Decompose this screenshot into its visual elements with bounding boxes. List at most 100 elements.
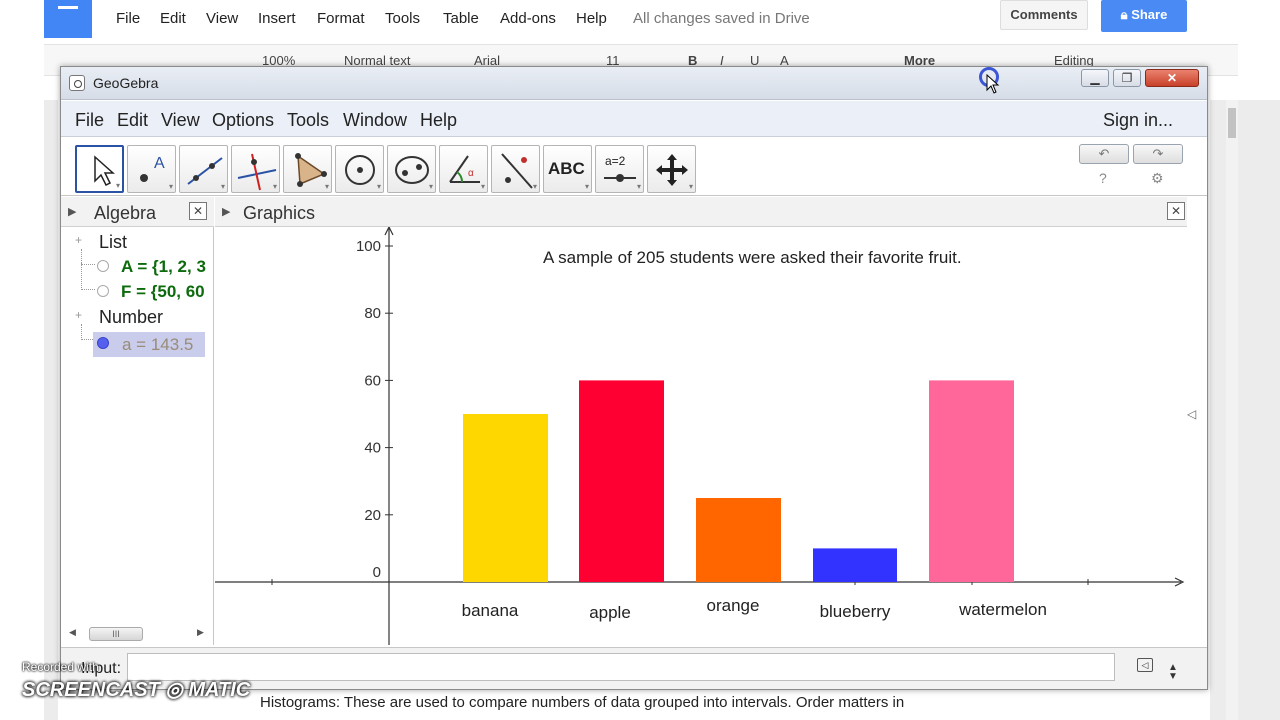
move-view-tool[interactable]: ▾ xyxy=(647,145,696,193)
perpendicular-tool[interactable]: ▾ xyxy=(231,145,280,193)
menu-view[interactable]: View xyxy=(161,110,200,131)
docs-home-button[interactable] xyxy=(44,0,92,38)
algebra-item-list-f[interactable]: F = {50, 60 xyxy=(121,282,213,302)
visibility-toggle[interactable] xyxy=(97,337,109,349)
line-tool[interactable]: ▾ xyxy=(179,145,228,193)
scrollbar-thumb[interactable]: III xyxy=(89,627,143,641)
minimize-button[interactable]: ▁ xyxy=(1081,69,1109,87)
menu-file[interactable]: File xyxy=(75,110,104,131)
angle-tool[interactable]: α ▾ xyxy=(439,145,488,193)
polygon-icon xyxy=(295,153,327,187)
chevron-down-icon: ▾ xyxy=(584,182,589,191)
bar-blueberry xyxy=(813,548,897,582)
collapse-arrow-icon[interactable]: ▶ xyxy=(68,205,76,218)
algebra-horizontal-scrollbar[interactable]: ◀ III ▶ xyxy=(69,627,209,641)
slider-tool[interactable]: a=2 ▾ xyxy=(595,145,644,193)
scroll-right-icon[interactable]: ▶ xyxy=(197,627,204,638)
window-titlebar[interactable]: GeoGebra ▁ ❐ ✕ xyxy=(61,67,1207,100)
side-panel-toggle-icon[interactable]: ◁ xyxy=(1187,407,1196,421)
geogebra-toolbar: ▾ A ▾ ▾ ▾ ▾ ▾ ▾ α ▾ ▾ ABC ▾ a=2 ▾ ▾ xyxy=(61,138,1207,196)
scroll-left-icon[interactable]: ◀ xyxy=(69,627,76,638)
algebra-item-number-a[interactable]: a = 143.5 xyxy=(93,332,205,357)
input-history-spinner-icon[interactable]: ▲ ▼ xyxy=(1168,663,1178,682)
docs-menu-table[interactable]: Table xyxy=(443,10,479,27)
input-field[interactable]: ▲ ▼ xyxy=(127,653,1178,682)
circle-tool[interactable]: ▾ xyxy=(335,145,384,193)
menu-edit[interactable]: Edit xyxy=(117,110,148,131)
menu-options[interactable]: Options xyxy=(212,110,274,131)
close-algebra-view-button[interactable]: ✕ xyxy=(189,202,207,220)
svg-text:α: α xyxy=(468,168,474,179)
comments-button[interactable]: Comments xyxy=(1000,0,1088,30)
docs-save-status: All changes saved in Drive xyxy=(633,10,810,27)
redo-button[interactable]: ↷ xyxy=(1133,144,1183,164)
text-tool[interactable]: ABC ▾ xyxy=(543,145,592,193)
chevron-down-icon: ▾ xyxy=(532,182,537,191)
docs-menu-addons[interactable]: Add-ons xyxy=(500,10,556,27)
bar-watermelon xyxy=(929,380,1014,582)
lock-icon: 🔒︎ xyxy=(1120,7,1132,22)
docs-page-margin-left xyxy=(44,100,58,720)
algebra-item-list-a[interactable]: A = {1, 2, 3 xyxy=(121,257,213,277)
bar-apple xyxy=(579,380,664,582)
menu-tools[interactable]: Tools xyxy=(287,110,329,131)
docs-menu-tools[interactable]: Tools xyxy=(385,10,420,27)
screencast-o-matic-logo: SCREENCAST ◎ MATIC xyxy=(22,679,251,701)
close-graphics-view-button[interactable]: ✕ xyxy=(1167,202,1185,220)
algebra-view-title: Algebra xyxy=(94,203,157,223)
input-help-icon[interactable]: ◁ xyxy=(1137,658,1153,672)
docs-menu-edit[interactable]: Edit xyxy=(160,10,186,27)
window-title: GeoGebra xyxy=(93,75,159,91)
ellipse-tool[interactable]: ▾ xyxy=(387,145,436,193)
chart-annotation: A sample of 205 students were asked thei… xyxy=(543,248,962,267)
geogebra-app-icon xyxy=(69,75,85,91)
expand-icon[interactable]: + xyxy=(75,308,82,322)
visibility-toggle[interactable] xyxy=(97,260,109,272)
tree-connector xyxy=(81,263,95,290)
close-window-button[interactable]: ✕ xyxy=(1145,69,1199,87)
chevron-down-icon: ▾ xyxy=(115,181,120,190)
docs-menu-help[interactable]: Help xyxy=(576,10,607,27)
category-label-orange: orange xyxy=(707,596,760,615)
menu-window[interactable]: Window xyxy=(343,110,407,131)
watermark-recorded-text: Recorded with xyxy=(22,660,99,674)
category-label-apple: apple xyxy=(589,603,631,622)
move-tool[interactable]: ▾ xyxy=(75,145,124,193)
docs-menu-view[interactable]: View xyxy=(206,10,238,27)
move-graphics-icon xyxy=(656,154,688,186)
docs-scrollbar-thumb[interactable] xyxy=(1228,108,1236,138)
chevron-down-icon: ▾ xyxy=(428,182,433,191)
docs-menu-insert[interactable]: Insert xyxy=(258,10,296,27)
docs-menu-file[interactable]: File xyxy=(116,10,140,27)
graphics-view[interactable]: ▶ Graphics ✕ 0 20 40 60 80 100 banana apple oran… xyxy=(215,197,1187,645)
reflect-tool[interactable]: ▾ xyxy=(491,145,540,193)
chevron-down-icon: ▾ xyxy=(688,182,693,191)
docs-scrollbar[interactable] xyxy=(1226,100,1238,720)
point-tool[interactable]: A ▾ xyxy=(127,145,176,193)
sign-in-link[interactable]: Sign in... xyxy=(1103,110,1173,131)
menu-help[interactable]: Help xyxy=(420,110,457,131)
category-label-watermelon: watermelon xyxy=(958,600,1047,619)
text-tool-label: ABC xyxy=(548,159,585,178)
expand-icon[interactable]: + xyxy=(75,233,82,247)
y-tick-label: 60 xyxy=(364,372,381,389)
maximize-button[interactable]: ❐ xyxy=(1113,69,1141,87)
polygon-tool[interactable]: ▾ xyxy=(283,145,332,193)
y-tick-label: 20 xyxy=(364,507,381,524)
share-label: Share xyxy=(1131,7,1168,22)
geogebra-window: GeoGebra ▁ ❐ ✕ File Edit View Options To… xyxy=(60,66,1208,690)
bar-chart[interactable]: 0 20 40 60 80 100 banana apple orange blueberry wa… xyxy=(215,227,1187,645)
undo-button[interactable]: ↶ xyxy=(1079,144,1129,164)
visibility-toggle[interactable] xyxy=(97,285,109,297)
settings-icon[interactable]: ⚙ xyxy=(1151,170,1164,187)
slider-icon xyxy=(604,174,636,182)
perpendicular-icon xyxy=(237,153,277,191)
reflect-icon xyxy=(501,153,533,189)
collapse-arrow-icon[interactable]: ▶ xyxy=(222,205,230,218)
docs-menu-format[interactable]: Format xyxy=(317,10,365,27)
help-icon[interactable]: ? xyxy=(1099,170,1107,186)
svg-text:A: A xyxy=(154,155,165,172)
circle-icon xyxy=(345,155,375,185)
share-button[interactable]: 🔒︎ Share xyxy=(1101,0,1187,32)
graphics-view-title: Graphics xyxy=(243,203,316,223)
